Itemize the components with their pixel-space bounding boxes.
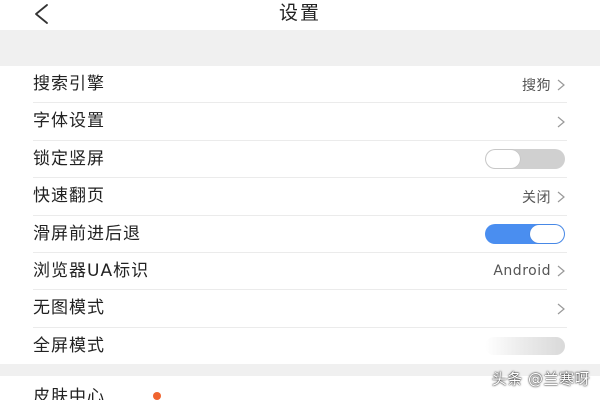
setting-value-group: Android bbox=[493, 253, 565, 290]
setting-label: 搜索引擎 bbox=[33, 74, 105, 94]
setting-value: Android bbox=[493, 263, 551, 280]
setting-search-engine[interactable]: 搜索引擎 搜狗 bbox=[0, 66, 600, 104]
setting-font[interactable]: 字体设置 bbox=[0, 103, 600, 142]
lock-portrait-toggle[interactable] bbox=[485, 149, 565, 170]
toggle-knob bbox=[486, 150, 520, 169]
settings-screen: 设置 搜索引擎 搜狗 字体设置 锁定竖屏 快速翻页 关闭 滑屏前进后退 浏览器U… bbox=[0, 0, 600, 400]
setting-label: 滑屏前进后退 bbox=[33, 223, 141, 244]
section-divider bbox=[0, 30, 600, 66]
chevron-right-icon bbox=[557, 79, 565, 90]
swipe-navigation-toggle[interactable] bbox=[485, 224, 565, 245]
setting-label: 浏览器UA标识 bbox=[33, 260, 150, 281]
setting-skin-center[interactable]: 皮肤中心 bbox=[0, 376, 600, 400]
setting-value: 搜狗 bbox=[522, 77, 551, 94]
new-badge-dot bbox=[153, 392, 161, 400]
setting-value-group: 关闭 bbox=[522, 178, 565, 215]
setting-label: 锁定竖屏 bbox=[33, 148, 105, 169]
setting-value: 关闭 bbox=[522, 189, 551, 206]
back-arrow-icon bbox=[35, 4, 48, 24]
chevron-right-icon bbox=[557, 265, 565, 277]
settings-list: 搜索引擎 搜狗 字体设置 锁定竖屏 快速翻页 关闭 滑屏前进后退 浏览器UA标识… bbox=[0, 66, 600, 366]
setting-value-group bbox=[557, 103, 565, 140]
setting-label: 字体设置 bbox=[33, 111, 105, 132]
setting-label: 快速翻页 bbox=[33, 186, 105, 207]
setting-value-group: 搜狗 bbox=[522, 66, 565, 103]
setting-lock-portrait: 锁定竖屏 bbox=[0, 141, 600, 179]
setting-value-group bbox=[485, 216, 565, 253]
setting-fullscreen-mode: 全屏模式 bbox=[0, 328, 600, 365]
fullscreen-toggle[interactable] bbox=[485, 337, 565, 356]
chevron-right-icon bbox=[557, 116, 565, 128]
chevron-right-icon bbox=[557, 191, 565, 203]
back-button[interactable] bbox=[30, 0, 70, 28]
setting-browser-ua[interactable]: 浏览器UA标识 Android bbox=[0, 253, 600, 291]
page-title: 设置 bbox=[278, 2, 321, 24]
setting-swipe-navigation: 滑屏前进后退 bbox=[0, 216, 600, 254]
setting-fast-page-turn[interactable]: 快速翻页 关闭 bbox=[0, 178, 600, 216]
chevron-right-icon bbox=[557, 303, 565, 315]
setting-value-group bbox=[485, 141, 565, 178]
setting-value-group bbox=[485, 328, 565, 365]
setting-label: 全屏模式 bbox=[33, 335, 105, 356]
title-bar: 设置 bbox=[0, 0, 600, 28]
setting-label: 无图模式 bbox=[33, 298, 105, 319]
setting-no-image-mode[interactable]: 无图模式 bbox=[0, 290, 600, 329]
setting-value-group bbox=[557, 290, 565, 327]
section-divider bbox=[0, 364, 600, 376]
toggle-knob bbox=[530, 225, 564, 244]
setting-label: 皮肤中心 bbox=[33, 387, 105, 400]
